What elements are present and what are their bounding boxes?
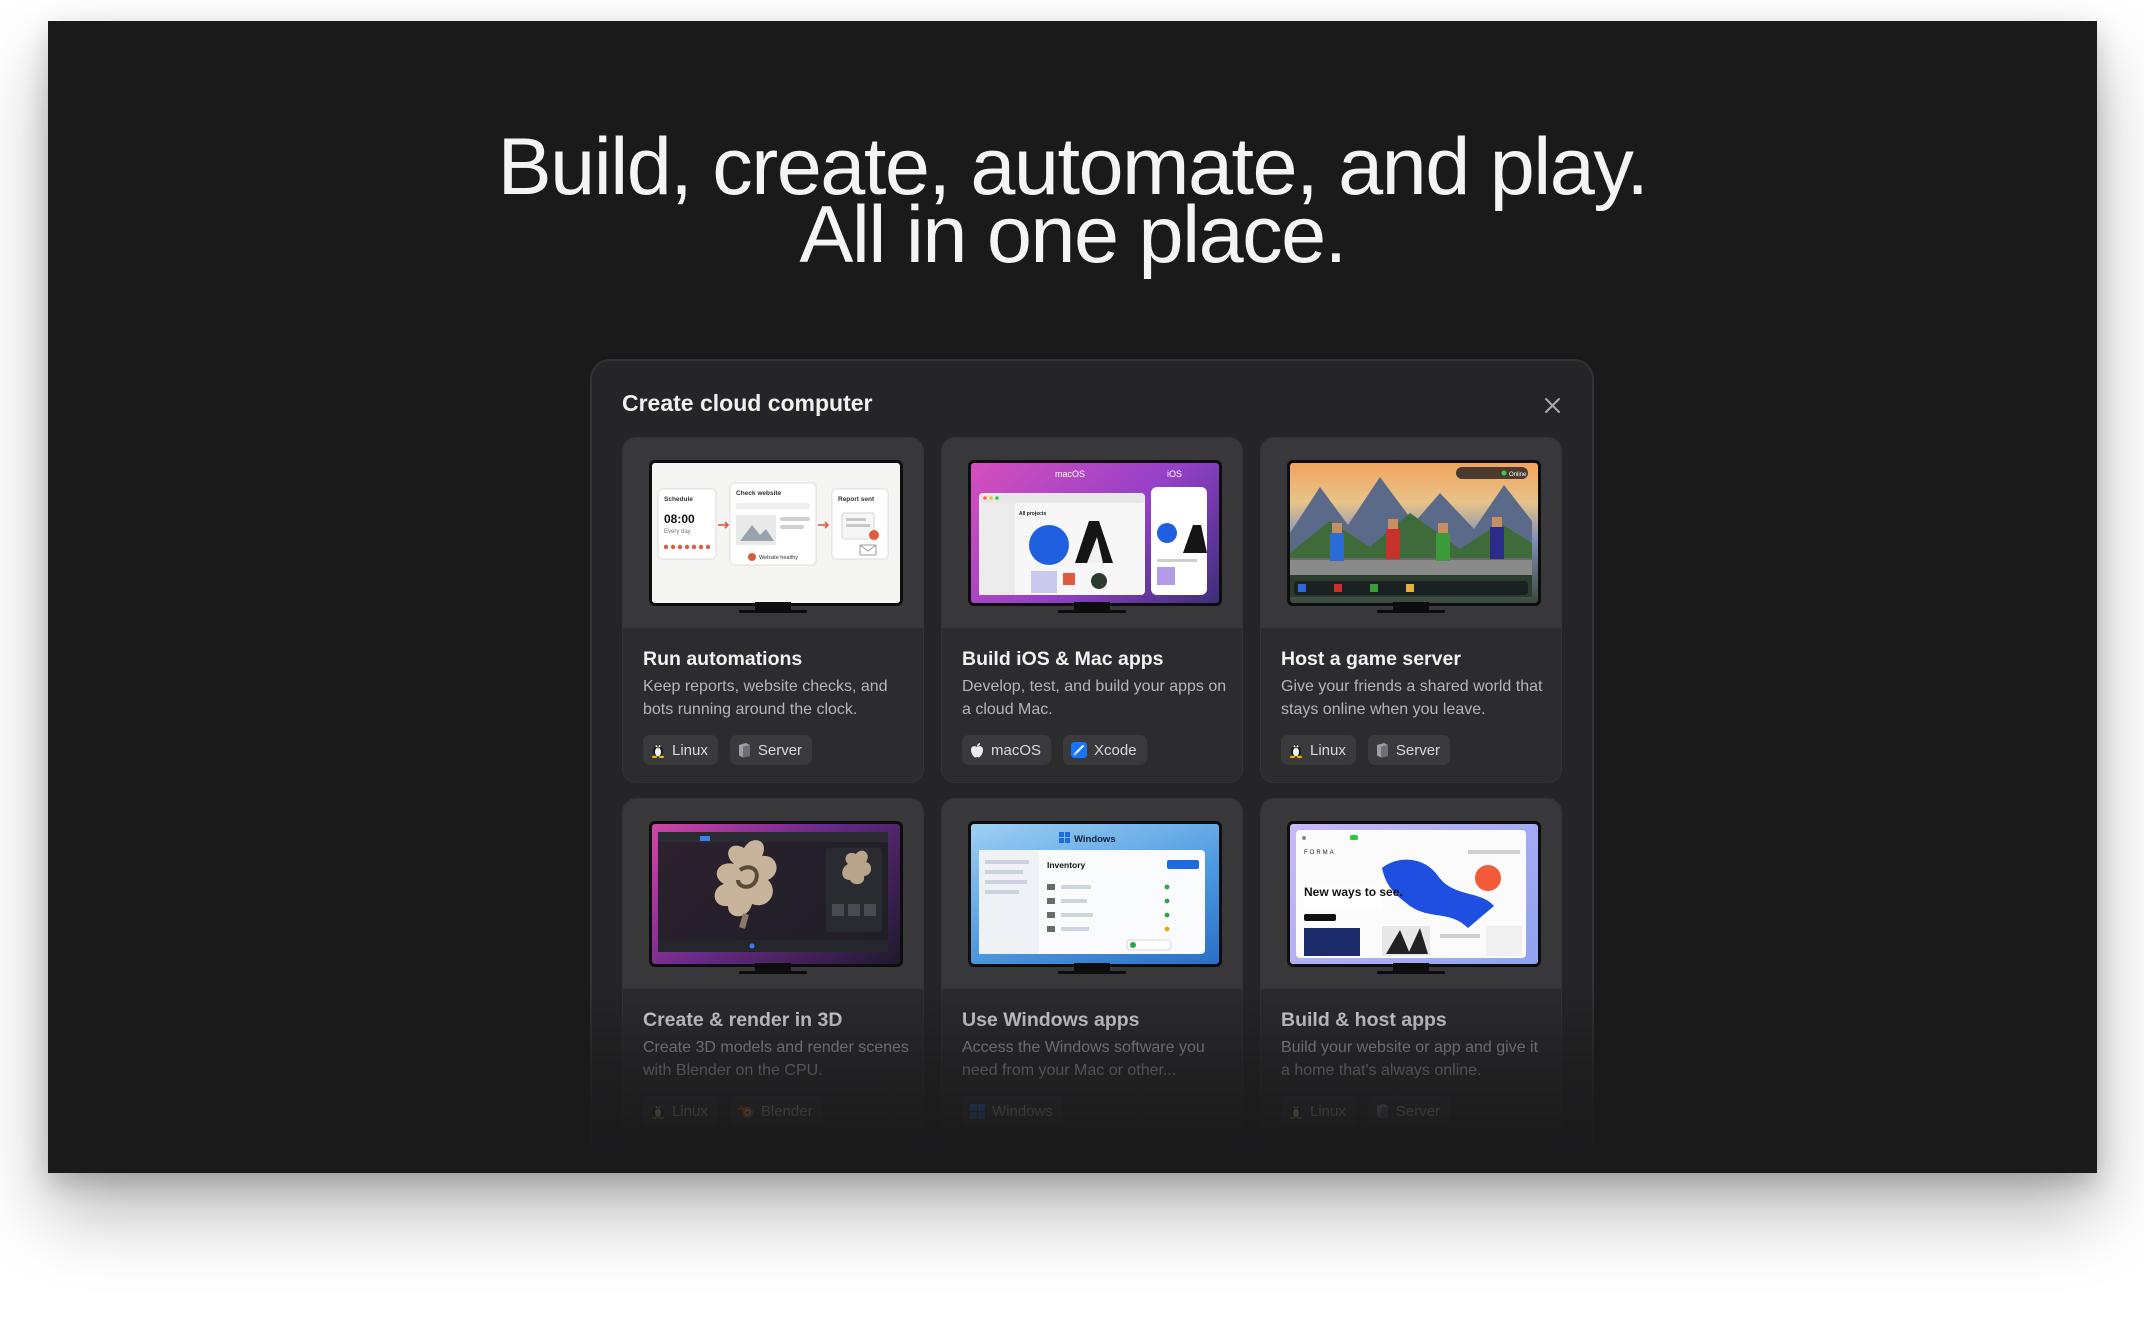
create-cloud-computer-dialog: Create cloud computer Schedule 08:00 Eve… [590,359,1594,1173]
tag-label: Server [1395,1102,1441,1120]
linux-icon [652,1105,664,1119]
card-run-automations[interactable]: Schedule 08:00 Every day Check website W… [622,437,924,783]
tag-windows: Windows [962,1096,1063,1126]
thumb-windows-label: Windows [1074,834,1116,845]
thumb-all-projects: All projects [1019,511,1046,517]
card-thumbnail: Online [1261,438,1561,628]
card-thumbnail: macOS iOS All projects [942,438,1242,628]
server-icon [1376,743,1388,758]
card-host-game-server[interactable]: Online Host a game server Give your frie… [1260,437,1562,783]
tag-label: Blender [760,1102,813,1120]
tag-linux: Linux [643,735,718,765]
tag-server: Server [729,735,813,765]
tag-server: Server [1367,1096,1451,1126]
card-description: Access the Windows software you need fro… [962,1039,1205,1079]
apple-icon [971,743,983,758]
card-description: Create 3D models and render scenes with … [643,1039,909,1079]
card-thumbnail: Windows Inventory [942,799,1242,989]
monitor-screen: Schedule 08:00 Every day Check website W… [649,460,903,606]
thumb-macos-label: macOS [1055,469,1085,479]
thumb-every-day: Every day [664,529,691,535]
card-thumbnail [623,799,923,989]
tag-label: Xcode [1094,741,1137,759]
monitor-screen: Online [1287,460,1541,606]
server-icon [1376,1104,1388,1119]
dialog-title: Create cloud computer [622,390,873,416]
tag-server: Server [1367,735,1451,765]
tag-label: macOS [991,741,1042,759]
monitor-screen [649,821,903,967]
tag-label: Linux [672,741,708,759]
linux-icon [1290,1105,1302,1119]
server-icon [738,743,750,758]
app-screen: Build, create, automate, and play. All i… [48,21,2097,1173]
hero-line-2: All in one place. [799,190,1347,280]
card-build-host-apps[interactable]: FORMA New ways to see. Build & host apps… [1260,798,1562,1144]
tag-linux: Linux [1281,735,1356,765]
linux-icon [1290,744,1302,758]
tag-macos: macOS [962,735,1052,765]
close-icon [1544,397,1560,413]
card-title: Run automations [643,648,803,670]
tag-blender: Blender [729,1096,823,1126]
xcode-icon [1071,742,1088,758]
card-description: Build your website or app and give it a … [1281,1039,1539,1079]
windows-icon [970,1103,985,1119]
thumb-ios-label: iOS [1167,469,1182,479]
tag-label: Linux [1310,741,1346,759]
tag-linux: Linux [643,1096,718,1126]
close-button[interactable] [1540,393,1564,417]
card-build-ios-mac-apps[interactable]: macOS iOS All projects Build iOS & Mac a… [941,437,1243,783]
thumb-website-healthy: Website healthy [759,555,798,561]
thumb-inventory-title: Inventory [1047,860,1086,870]
card-title: Build iOS & Mac apps [962,648,1164,670]
monitor-screen: FORMA New ways to see. [1287,821,1541,967]
tag-label: Server [757,741,803,759]
card-description: Give your friends a shared world that st… [1281,678,1543,718]
tag-xcode: Xcode [1063,735,1147,765]
thumb-schedule-label: Schedule [664,496,693,503]
card-title: Use Windows apps [962,1009,1140,1031]
tag-linux: Linux [1281,1096,1356,1126]
tag-label: Linux [672,1102,708,1120]
card-thumbnail: Schedule 08:00 Every day Check website W… [623,438,923,628]
thumb-time: 08:00 [664,512,695,526]
linux-icon [652,744,664,758]
card-create-render-3d[interactable]: Create & render in 3D Create 3D models a… [622,798,924,1144]
monitor-screen: Windows Inventory [968,821,1222,967]
tag-label: Linux [1310,1102,1346,1120]
card-title: Create & render in 3D [643,1009,843,1031]
thumb-report-sent: Report sent [838,496,875,503]
card-description: Keep reports, website checks, and bots r… [643,678,888,718]
tag-label: Windows [992,1102,1053,1120]
monitor-screen: macOS iOS All projects [968,460,1222,606]
thumb-check-website: Check website [736,490,782,497]
thumb-status-online: Online [1509,472,1527,478]
card-description: Develop, test, and build your apps on a … [962,678,1227,718]
blender-icon [738,1105,753,1118]
thumb-forma-brand: FORMA [1304,850,1336,856]
thumb-headline: New ways to see. [1304,885,1403,899]
card-title: Build & host apps [1281,1009,1447,1031]
tag-label: Server [1395,741,1441,759]
hero-heading: Build, create, automate, and play. All i… [48,127,2097,280]
card-thumbnail: FORMA New ways to see. [1261,799,1561,989]
card-title: Host a game server [1281,648,1461,670]
card-use-windows-apps[interactable]: Windows Inventory Use Windows apps Acces… [941,798,1243,1144]
